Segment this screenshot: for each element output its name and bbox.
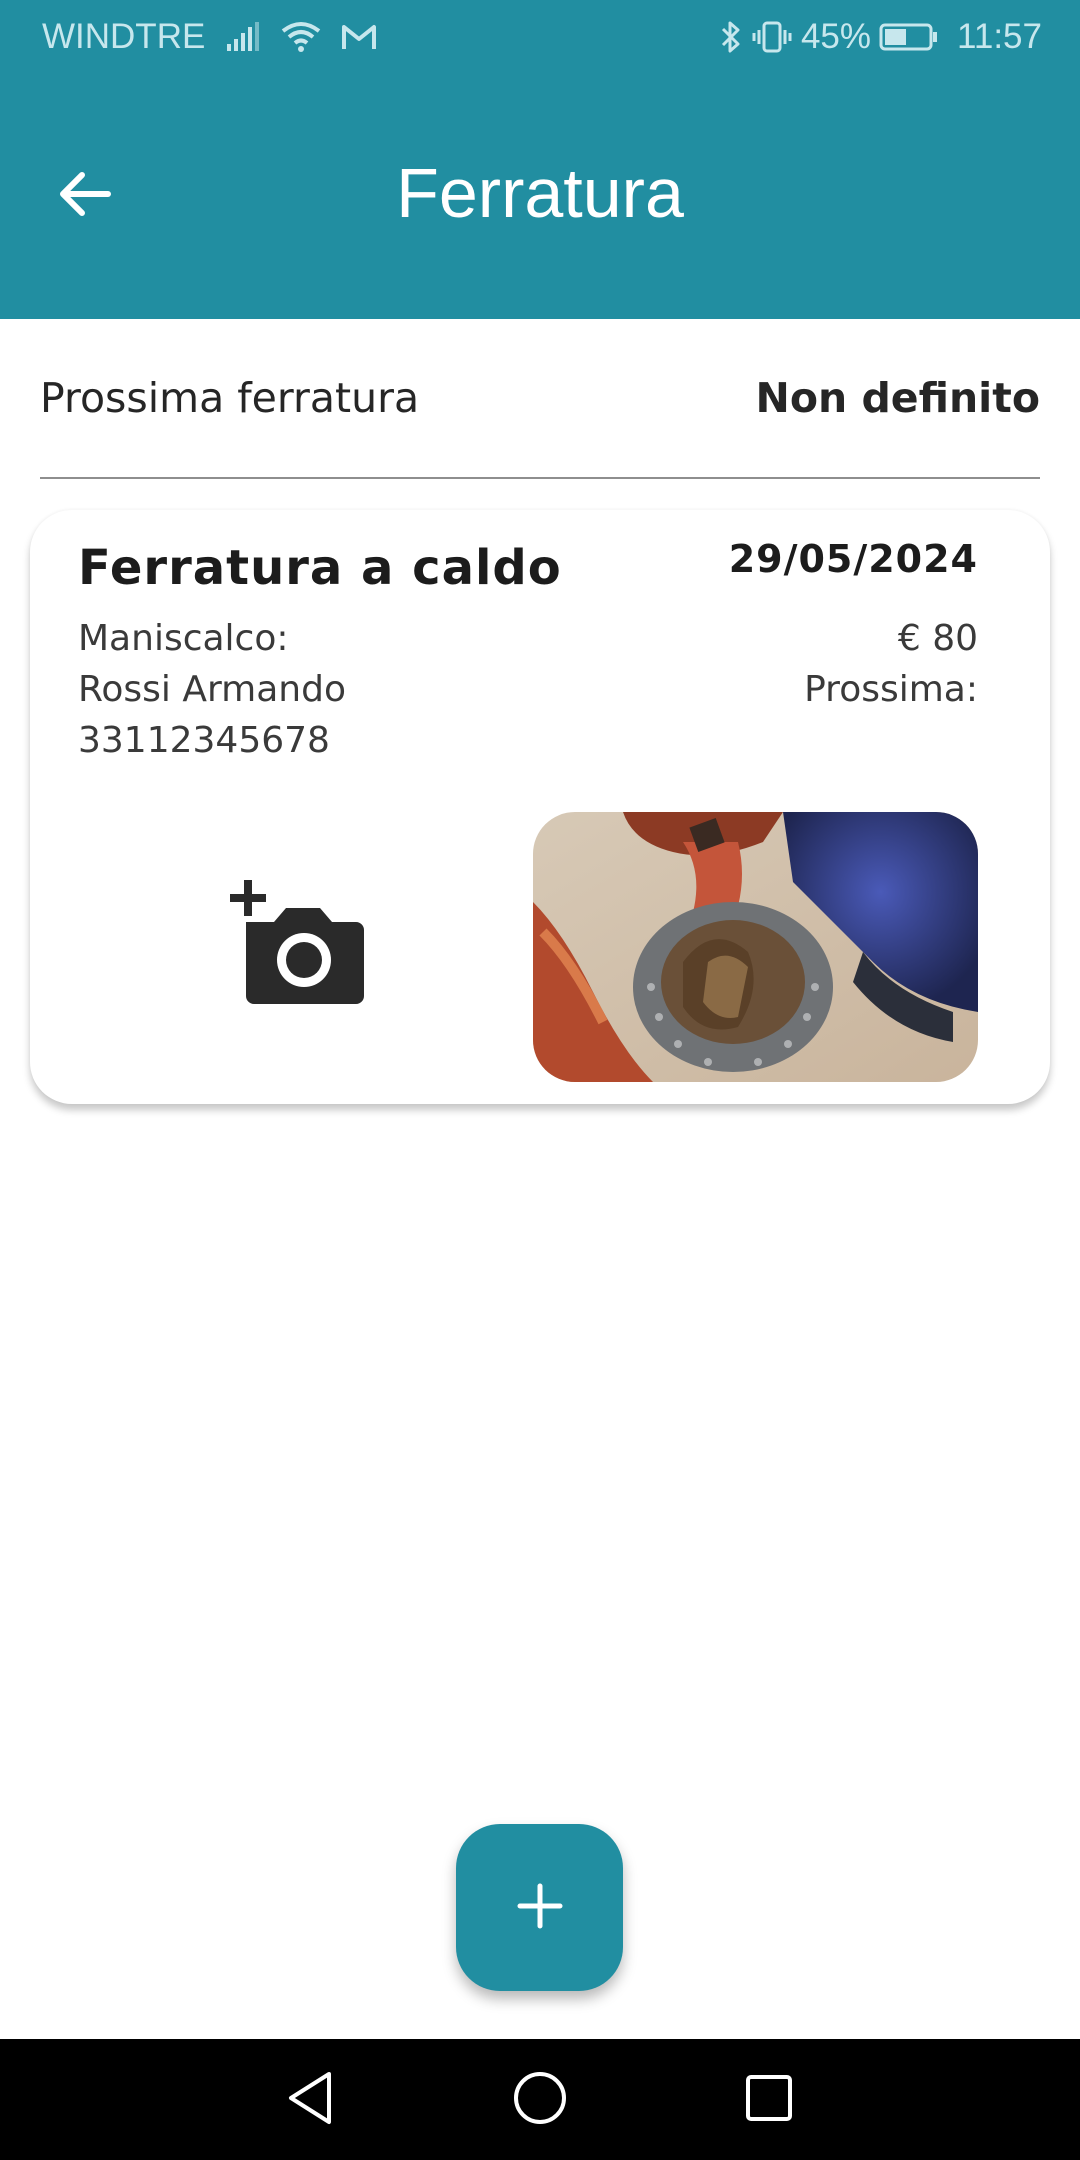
divider bbox=[40, 477, 1040, 479]
plus-icon bbox=[516, 1882, 564, 1934]
hoof-photo[interactable] bbox=[533, 812, 978, 1082]
add-photo-button[interactable] bbox=[230, 880, 370, 1010]
farrier-name: Rossi Armando bbox=[78, 669, 346, 710]
nav-recents-button[interactable] bbox=[709, 2039, 829, 2160]
record-price: € 80 bbox=[897, 618, 978, 659]
navigation-bar bbox=[0, 2039, 1080, 2160]
add-photo-camera-icon bbox=[230, 880, 370, 1014]
gmail-icon bbox=[341, 23, 377, 51]
next-shoeing-row: Prossima ferratura Non definito bbox=[40, 362, 1040, 434]
signal-icon bbox=[225, 22, 261, 52]
vibrate-icon bbox=[751, 20, 793, 54]
shoeing-record-card[interactable]: Ferratura a caldo 29/05/2024 Maniscalco:… bbox=[30, 510, 1050, 1104]
status-right: 45% 11:57 bbox=[719, 17, 1042, 57]
add-record-button[interactable] bbox=[456, 1824, 623, 1991]
wifi-icon bbox=[281, 21, 321, 53]
next-shoeing-value: Non definito bbox=[755, 374, 1041, 422]
record-date: 29/05/2024 bbox=[728, 537, 978, 581]
record-title: Ferratura a caldo bbox=[78, 540, 562, 596]
battery-icon bbox=[879, 22, 939, 52]
bluetooth-icon bbox=[719, 20, 743, 54]
status-left: WINDTRE bbox=[42, 17, 377, 57]
nav-back-button[interactable] bbox=[250, 2039, 370, 2160]
app-bar: WINDTRE 45% 11:57 Ferratura bbox=[0, 0, 1080, 319]
page-title: Ferratura bbox=[396, 154, 684, 232]
record-next-label: Prossima: bbox=[804, 669, 978, 710]
battery-percent: 45% bbox=[800, 17, 871, 56]
clock: 11:57 bbox=[957, 17, 1042, 56]
home-circle-icon bbox=[512, 2070, 568, 2130]
recents-square-icon bbox=[744, 2073, 794, 2127]
back-triangle-icon bbox=[285, 2070, 335, 2130]
carrier-name: WINDTRE bbox=[42, 17, 206, 56]
farrier-phone: 33112345678 bbox=[78, 720, 330, 761]
nav-home-button[interactable] bbox=[480, 2039, 600, 2160]
status-bar: WINDTRE 45% 11:57 bbox=[0, 0, 1080, 75]
next-shoeing-label: Prossima ferratura bbox=[40, 374, 420, 422]
farrier-label: Maniscalco: bbox=[78, 618, 289, 659]
